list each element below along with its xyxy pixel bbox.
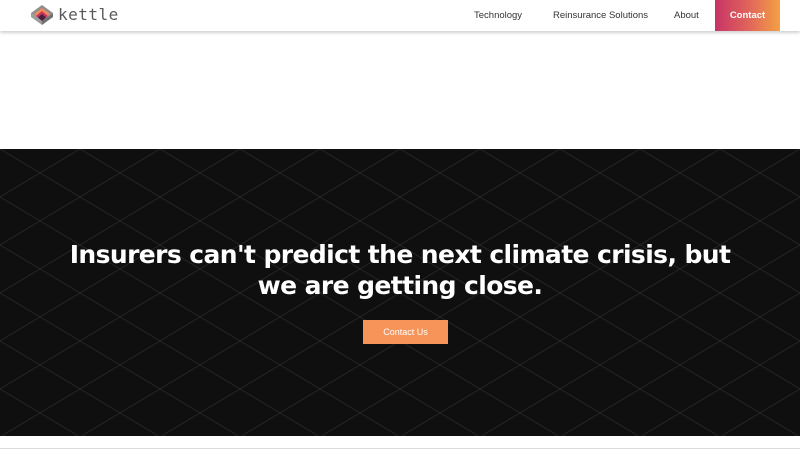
nav-link-reinsurance-solutions[interactable]: Reinsurance Solutions bbox=[553, 0, 648, 31]
section-divider bbox=[0, 448, 800, 449]
site-header: kettle Technology Reinsurance Solutions … bbox=[0, 0, 800, 31]
hero-headline-line-2: we are getting close. bbox=[257, 271, 543, 300]
layered-diamond-logo-icon bbox=[31, 5, 53, 25]
contact-us-button[interactable]: Contact Us bbox=[363, 320, 448, 344]
logo-link[interactable]: kettle bbox=[30, 4, 119, 26]
nav-link-technology[interactable]: Technology bbox=[474, 0, 522, 31]
hero-headline: Insurers can't predict the next climate … bbox=[0, 239, 800, 301]
brand-name: kettle bbox=[58, 5, 119, 24]
nav-link-about[interactable]: About bbox=[674, 0, 699, 31]
hero-headline-line-1: Insurers can't predict the next climate … bbox=[69, 240, 731, 269]
nav-contact-button[interactable]: Contact bbox=[715, 0, 780, 31]
